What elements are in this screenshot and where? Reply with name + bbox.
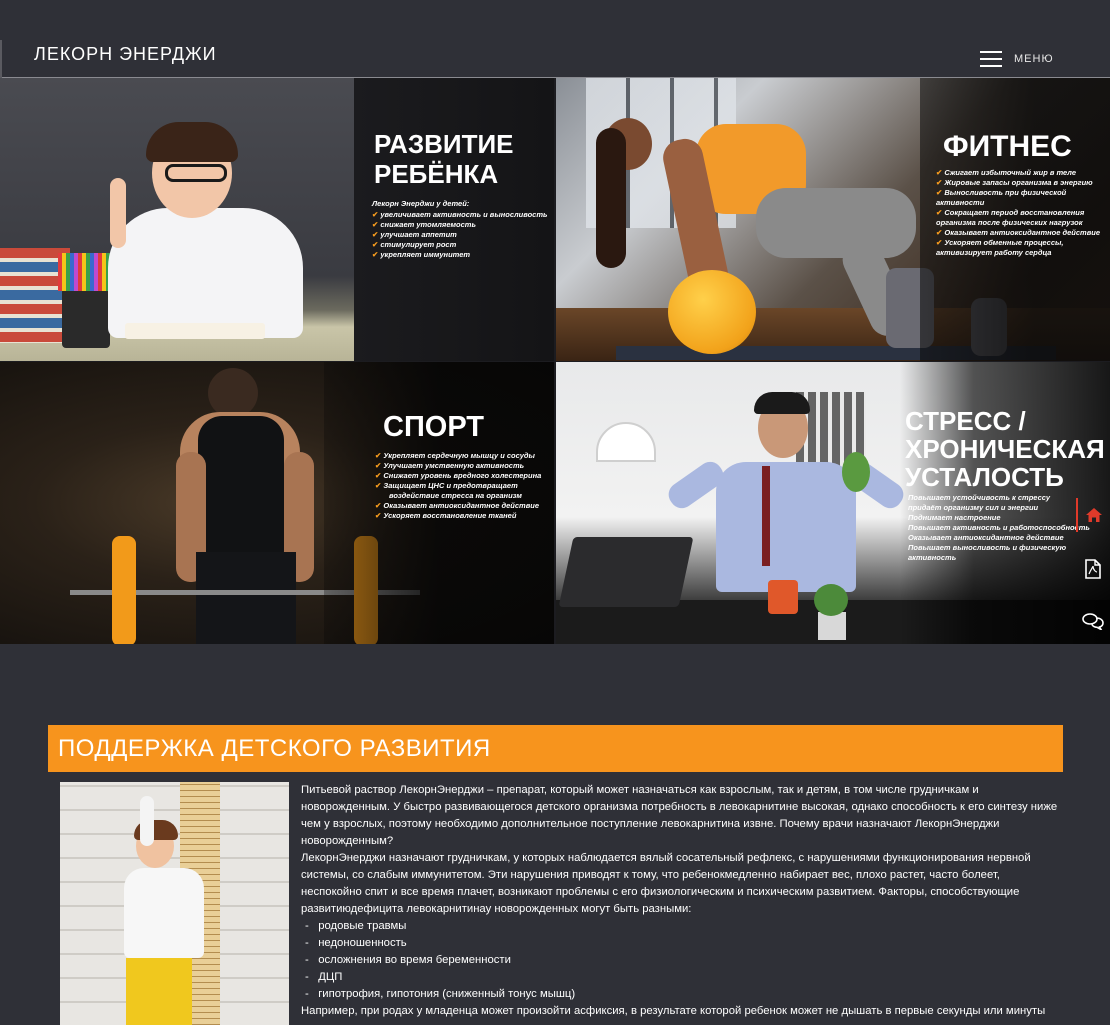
menu-button[interactable]: МЕНЮ <box>980 50 1054 68</box>
benefit-item: Оказывает антиоксидантное действие <box>936 228 1110 238</box>
causes-list: родовые травмы недоношенность осложнения… <box>301 918 1061 1003</box>
benefit-item: Сжигает избыточный жир в теле <box>936 168 1110 178</box>
benefit-item: Оказывает антиоксидантное действие <box>908 533 1064 542</box>
benefit-item: Выносливость при физической активности <box>936 188 1110 208</box>
home-icon[interactable] <box>1076 498 1110 532</box>
tile-title: СПОРТ <box>383 411 485 443</box>
benefit-item: увеличивает активность и выносливость <box>372 210 547 220</box>
section-body: Питьевой раствор ЛекорнЭнерджи – препара… <box>301 782 1061 1020</box>
chat-icon[interactable] <box>1076 604 1110 638</box>
tile-stress-fatigue[interactable]: СТРЕСС / ХРОНИЧЕСКАЯ УСТАЛОСТЬ Повышает … <box>556 362 1110 644</box>
benefit-item: стимулирует рост <box>372 240 547 250</box>
tile-benefits-list: Сжигает избыточный жир в теле Жировые за… <box>936 168 1110 258</box>
benefit-item: Ускоряет обменные процессы, <box>936 238 1110 248</box>
list-item: гипотрофия, гипотония (сниженный тонус м… <box>305 986 1061 1003</box>
site-header: ЛЕКОРН ЭНЕРДЖИ МЕНЮ <box>0 0 1110 78</box>
list-item: родовые травмы <box>305 918 1061 935</box>
benefit-item: воздействие стресса на организм <box>389 491 522 500</box>
benefit-item: укрепляет иммунитет <box>372 250 547 260</box>
benefit-item: Оказывает антиоксидантное действие <box>375 501 541 511</box>
benefit-item: Улучшает умственную активность <box>375 461 541 471</box>
benefit-item: Жировые запасы организма в энергию <box>936 178 1110 188</box>
tile-title: ФИТНЕС <box>943 130 1072 163</box>
paragraph: Например, при родах у младенца может про… <box>301 1005 1046 1017</box>
menu-label[interactable]: МЕНЮ <box>1014 53 1054 65</box>
header-divider <box>0 40 2 78</box>
category-tiles: РАЗВИТИЕ РЕБЁНКА Лекорн Энерджи у детей:… <box>0 78 1110 644</box>
benefit-item: улучшает аппетит <box>372 230 547 240</box>
section-title: ПОДДЕРЖКА ДЕТСКОГО РАЗВИТИЯ <box>48 725 1063 772</box>
list-item: ДЦП <box>305 969 1061 986</box>
benefit-item: Сокращает период восстановления <box>936 208 1110 218</box>
tile-child-development[interactable]: РАЗВИТИЕ РЕБЁНКА Лекорн Энерджи у детей:… <box>0 78 554 361</box>
list-item: недоношенность <box>305 935 1061 952</box>
list-item: осложнения во время беременности <box>305 952 1061 969</box>
tile-sport[interactable]: СПОРТ Укрепляет сердечную мышцу и сосуды… <box>0 362 554 644</box>
benefit-item: активизирует работу сердца <box>936 248 1052 257</box>
paragraph: ЛекорнЭнерджи назначают грудничкам, у ко… <box>301 852 1031 915</box>
paragraph: Питьевой раствор ЛекорнЭнерджи – препара… <box>301 784 1058 847</box>
child-height-photo <box>60 782 289 1025</box>
benefit-item: организма после физических нагрузок <box>936 218 1083 227</box>
site-logo-text[interactable]: ЛЕКОРН ЭНЕРДЖИ <box>34 44 217 65</box>
benefit-item: Укрепляет сердечную мышцу и сосуды <box>375 451 541 461</box>
benefit-item: Защищает ЦНС и предотвращает <box>375 481 541 491</box>
tile-fitness[interactable]: ФИТНЕС Сжигает избыточный жир в теле Жир… <box>556 78 1110 361</box>
tile-title: СТРЕСС / ХРОНИЧЕСКАЯ УСТАЛОСТЬ <box>905 406 1105 492</box>
hamburger-icon[interactable] <box>980 51 1002 67</box>
benefit-item: снижает утомляемость <box>372 220 547 230</box>
tile-title: РАЗВИТИЕ РЕБЁНКА <box>374 129 514 189</box>
pdf-icon[interactable] <box>1076 552 1110 586</box>
tile-benefits-list: Укрепляет сердечную мышцу и сосуды Улучш… <box>375 451 541 521</box>
tile-intro: Лекорн Энерджи у детей: <box>372 199 470 208</box>
tile-benefits-list: увеличивает активность и выносливость сн… <box>372 210 547 260</box>
benefit-item: Ускоряет восстановление тканей <box>375 511 541 521</box>
benefit-item: Снижает уровень вредного холестерина <box>375 471 541 481</box>
